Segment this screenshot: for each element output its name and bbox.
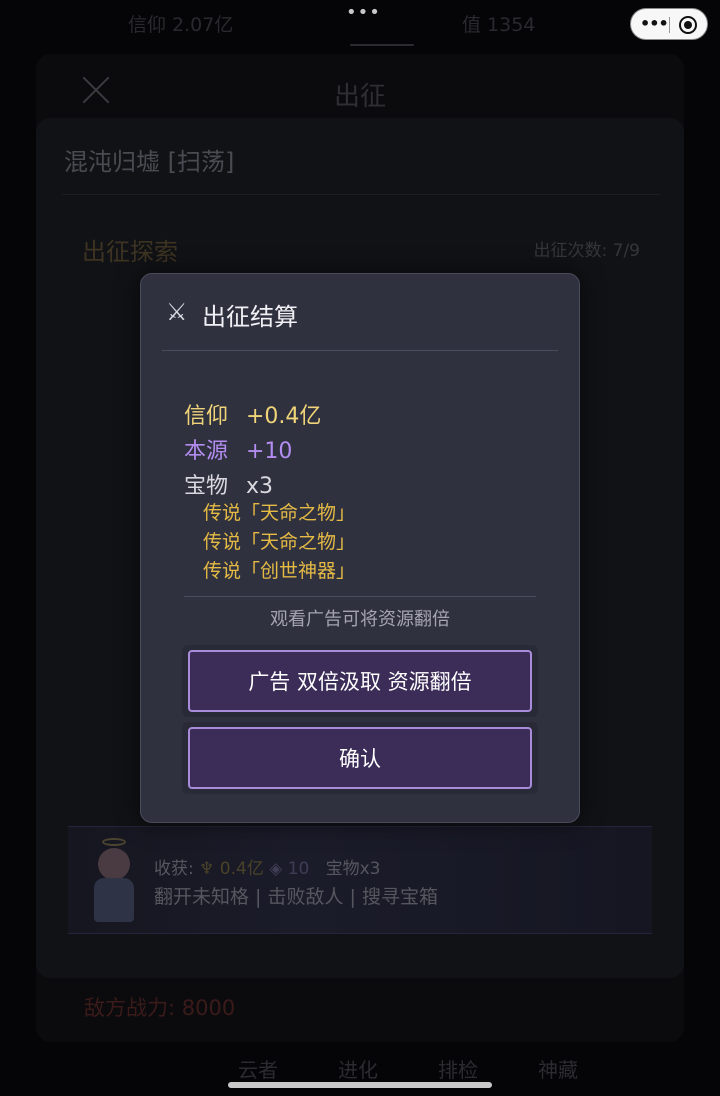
reward-value: +0.4亿 <box>246 404 322 429</box>
modal-title: 出征结算 <box>202 303 298 331</box>
enemy-power: 敌方战力: 8000 <box>84 996 236 1020</box>
harvest-label: 收获: <box>154 859 194 879</box>
treasure-item: 传说「天命之物」 <box>203 502 356 524</box>
harvest-treasure: 宝物x3 <box>325 859 381 879</box>
reward-label: 本源 <box>184 439 229 464</box>
battle-log-strip <box>68 826 652 934</box>
action-summary: 翻开未知格 | 击败敌人 | 搜寻宝箱 <box>154 886 438 908</box>
divider <box>162 350 558 351</box>
tab-rank[interactable]: 排检 <box>438 1054 478 1083</box>
ad-double-button[interactable]: 广告 双倍汲取 资源翻倍 <box>188 650 532 712</box>
faith-icon: ♆ <box>199 859 220 879</box>
origin-icon: ◈ <box>269 859 288 879</box>
tab-underline <box>350 44 414 46</box>
more-dots-icon[interactable]: ••• <box>346 2 381 23</box>
halo-icon <box>102 838 126 846</box>
harvest-origin: 10 <box>287 859 310 879</box>
top-status-bar: 信仰 2.07亿 ••• 值 1354 ••• <box>0 0 720 48</box>
reward-origin: 本源 +10 <box>184 433 292 465</box>
harvest-summary: 收获: ♆ 0.4亿 ◈ 10 宝物x3 <box>154 854 380 879</box>
reward-treasure: 宝物 x3 <box>184 468 273 500</box>
divider <box>184 596 536 597</box>
faith-total: 信仰 2.07亿 <box>128 14 234 36</box>
reward-value: +10 <box>246 439 293 464</box>
target-circle-icon[interactable] <box>679 16 697 34</box>
reward-value: x3 <box>246 474 274 499</box>
capsule-divider <box>669 17 670 33</box>
treasure-item: 传说「天命之物」 <box>203 531 356 553</box>
tab-evolve[interactable]: 进化 <box>338 1054 378 1083</box>
miniprogram-capsule: ••• <box>630 8 708 40</box>
divider <box>62 194 660 195</box>
treasure-item: 传说「创世神器」 <box>203 560 356 582</box>
stage-title: 混沌归墟 [扫荡] <box>64 148 235 176</box>
value-total: 值 1354 <box>462 14 536 36</box>
bottom-tab-bar: 云者 进化 排检 神藏 <box>0 1050 720 1086</box>
avatar-head <box>98 848 130 880</box>
tab-yunzhe[interactable]: 云者 <box>238 1054 278 1083</box>
avatar-body <box>94 878 134 922</box>
tab-treasury[interactable]: 神藏 <box>538 1054 578 1083</box>
more-dots-icon[interactable]: ••• <box>640 14 669 33</box>
panel-title: 出征 <box>333 82 386 112</box>
reward-label: 宝物 <box>184 474 229 499</box>
crossed-swords-icon: ⚔ <box>166 298 188 326</box>
confirm-button[interactable]: 确认 <box>188 727 532 789</box>
ad-hint: 观看广告可将资源翻倍 <box>270 609 450 630</box>
explore-section-title: 出征探索 <box>82 238 178 266</box>
reward-label: 信仰 <box>184 404 229 429</box>
close-icon[interactable] <box>80 74 112 106</box>
expedition-count: 出征次数: 7/9 <box>533 241 641 261</box>
reward-faith: 信仰 +0.4亿 <box>184 398 321 430</box>
harvest-faith: 0.4亿 <box>219 859 264 879</box>
avatar <box>86 838 142 924</box>
home-indicator <box>228 1082 492 1088</box>
